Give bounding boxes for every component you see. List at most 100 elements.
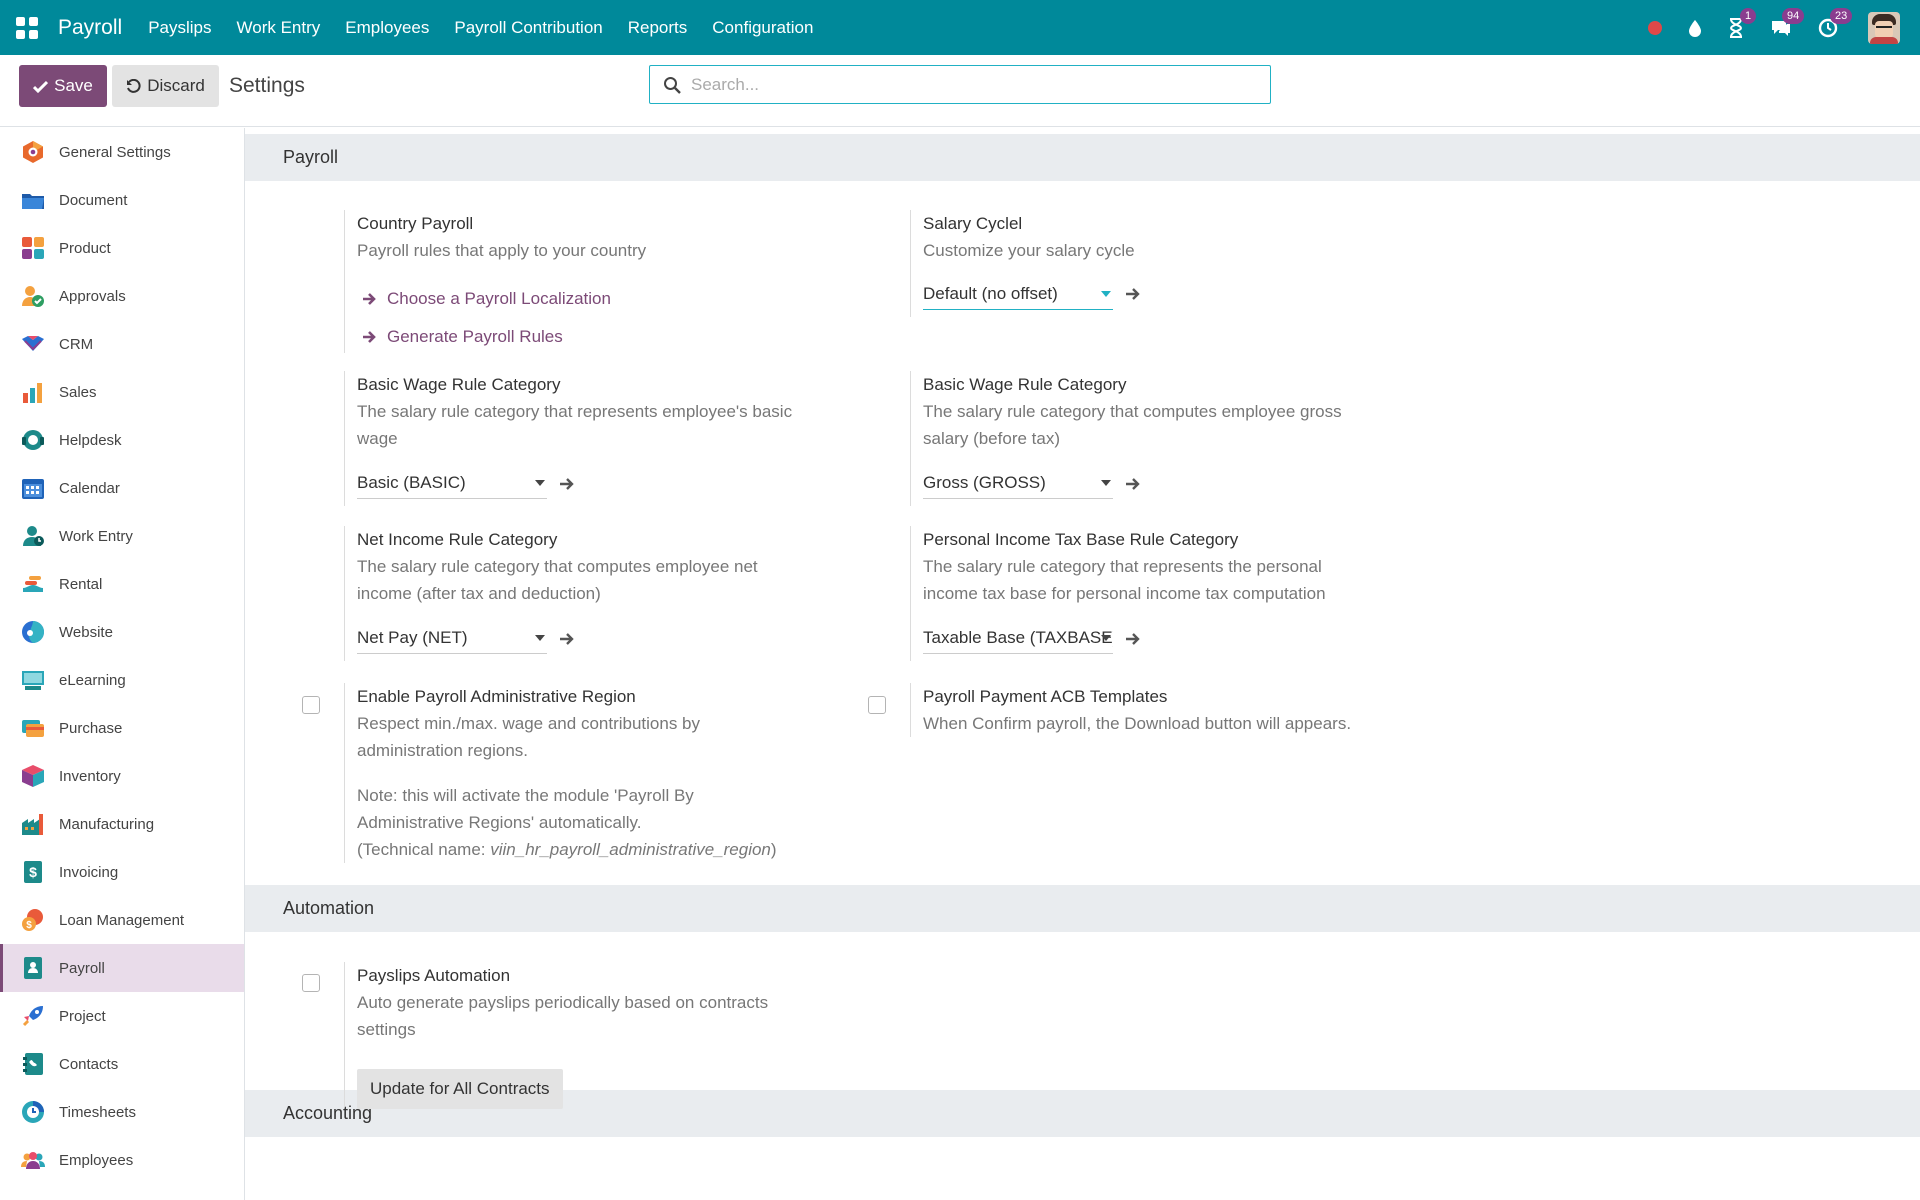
sidebar-item-work-entry[interactable]: Work Entry [0, 512, 244, 560]
payslips-automation-checkbox[interactable] [302, 974, 320, 992]
elearning-icon [21, 668, 45, 692]
sidebar-item-product[interactable]: Product [0, 224, 244, 272]
menu-reports[interactable]: Reports [628, 18, 688, 38]
sidebar-item-website[interactable]: Website [0, 608, 244, 656]
sidebar-item-helpdesk[interactable]: Helpdesk [0, 416, 244, 464]
record-icon[interactable] [1648, 20, 1662, 35]
apps-menu-icon[interactable] [16, 16, 38, 39]
setting-desc: Respect min./max. wage and contributions… [357, 714, 701, 733]
sidebar-item-label: Employees [59, 1151, 134, 1169]
gross-wage-select[interactable]: Gross (GROSS) [923, 469, 1113, 499]
sidebar-item-payroll[interactable]: Payroll [0, 944, 244, 992]
check-icon [33, 80, 49, 93]
open-record-arrow-icon[interactable] [559, 477, 575, 491]
sidebar-item-timesheets[interactable]: Timesheets [0, 1088, 244, 1136]
basic-wage-select[interactable]: Basic (BASIC) [357, 469, 547, 499]
sidebar-item-inventory[interactable]: Inventory [0, 752, 244, 800]
sidebar-item-elearning[interactable]: eLearning [0, 656, 244, 704]
admin-region-checkbox[interactable] [302, 696, 320, 714]
update-all-contracts-button[interactable]: Update for All Contracts [357, 1069, 563, 1109]
contacts-icon [21, 1052, 45, 1076]
setting-salary-cycle: Salary Cyclel Customize your salary cycl… [910, 210, 1391, 317]
search-box[interactable] [649, 65, 1271, 104]
sidebar-item-general-settings[interactable]: General Settings [0, 128, 244, 176]
sidebar-item-contacts[interactable]: Contacts [0, 1040, 244, 1088]
sidebar-item-label: Approvals [59, 287, 126, 305]
user-avatar[interactable] [1868, 11, 1900, 44]
dropdown-caret-icon [1101, 635, 1111, 641]
technical-name-value: viin_hr_payroll_administrative_region [490, 840, 771, 859]
sidebar-item-label: Calendar [59, 479, 120, 497]
inventory-icon [21, 764, 45, 788]
sidebar-item-crm[interactable]: CRM [0, 320, 244, 368]
setting-desc: salary (before tax) [923, 429, 1060, 448]
open-record-arrow-icon[interactable] [1125, 287, 1141, 301]
discard-button[interactable]: Discard [112, 65, 219, 107]
menu-payslips[interactable]: Payslips [148, 18, 211, 38]
setting-title: Payroll Payment ACB Templates [923, 687, 1168, 706]
sidebar-item-rental[interactable]: Rental [0, 560, 244, 608]
setting-desc: The salary rule category that computes e… [923, 402, 1342, 421]
acb-templates-checkbox[interactable] [868, 696, 886, 714]
dropdown-caret-icon [1101, 480, 1111, 486]
sidebar-item-label: eLearning [59, 671, 126, 689]
dropdown-caret-icon [535, 480, 545, 486]
product-icon [21, 236, 45, 260]
payroll-icon [21, 956, 45, 980]
choose-localization-link[interactable]: Choose a Payroll Localization [362, 285, 815, 312]
general-settings-icon [21, 140, 45, 164]
app-brand[interactable]: Payroll [58, 16, 122, 40]
menu-work-entry[interactable]: Work Entry [237, 18, 321, 38]
salary-cycle-select[interactable]: Default (no offset) [923, 280, 1113, 310]
purchase-icon [21, 716, 45, 740]
sidebar-item-label: Payroll [59, 959, 105, 977]
open-record-arrow-icon[interactable] [559, 632, 575, 646]
open-record-arrow-icon[interactable] [1125, 632, 1141, 646]
sidebar-item-approvals[interactable]: Approvals [0, 272, 244, 320]
setting-desc: Customize your salary cycle [923, 241, 1135, 260]
sidebar-item-loan-management[interactable]: $ Loan Management [0, 896, 244, 944]
sidebar-item-invoicing[interactable]: $ Invoicing [0, 848, 244, 896]
setting-basic-wage: Basic Wage Rule Category The salary rule… [344, 371, 815, 506]
generate-rules-link[interactable]: Generate Payroll Rules [362, 323, 815, 350]
sidebar-item-sales[interactable]: Sales [0, 368, 244, 416]
sidebar-item-purchase[interactable]: Purchase [0, 704, 244, 752]
sidebar-item-label: Manufacturing [59, 815, 155, 833]
manufacturing-icon [21, 812, 45, 836]
pit-base-select[interactable]: Taxable Base (TAXBASE) [923, 624, 1113, 654]
open-record-arrow-icon[interactable] [1125, 477, 1141, 491]
section-title: Payroll [283, 147, 339, 167]
sidebar-item-label: Loan Management [59, 911, 185, 929]
setting-desc: income (after tax and deduction) [357, 584, 601, 603]
menu-payroll-contribution[interactable]: Payroll Contribution [454, 18, 602, 38]
sidebar-item-project[interactable]: Project [0, 992, 244, 1040]
settings-main: Payroll Country Payroll Payroll rules th… [245, 128, 1920, 1200]
svg-text:$: $ [26, 920, 32, 931]
messages-icon[interactable]: 94 [1770, 7, 1805, 38]
menu-configuration[interactable]: Configuration [712, 18, 813, 38]
sidebar-item-calendar[interactable]: Calendar [0, 464, 244, 512]
calendar-icon [21, 476, 45, 500]
activity-hourglass-icon[interactable]: 1 [1728, 7, 1757, 38]
setting-admin-region: Enable Payroll Administrative Region Res… [344, 683, 835, 863]
setting-pit-base: Personal Income Tax Base Rule Category T… [910, 526, 1411, 661]
sidebar-item-label: Product [59, 239, 111, 257]
helpdesk-icon [21, 428, 45, 452]
search-input[interactable] [691, 74, 1231, 95]
website-icon [21, 620, 45, 644]
section-header-payroll: Payroll [245, 134, 1920, 181]
sidebar-item-label: Contacts [59, 1055, 119, 1073]
technical-name: (Technical name: viin_hr_payroll_adminis… [357, 836, 835, 863]
sidebar-item-employees[interactable]: Employees [0, 1136, 244, 1184]
sidebar-item-document[interactable]: Document [0, 176, 244, 224]
setting-net-income: Net Income Rule Category The salary rule… [344, 526, 815, 661]
sidebar-item-manufacturing[interactable]: Manufacturing [0, 800, 244, 848]
save-button[interactable]: Save [19, 65, 107, 107]
sales-icon [21, 380, 45, 404]
drop-icon[interactable] [1688, 19, 1702, 37]
net-income-select[interactable]: Net Pay (NET) [357, 624, 547, 654]
menu-employees[interactable]: Employees [345, 18, 429, 38]
updates-clock-icon[interactable]: 23 [1818, 7, 1853, 38]
setting-title: Salary Cyclel [923, 214, 1023, 233]
dropdown-caret-icon [535, 635, 545, 641]
